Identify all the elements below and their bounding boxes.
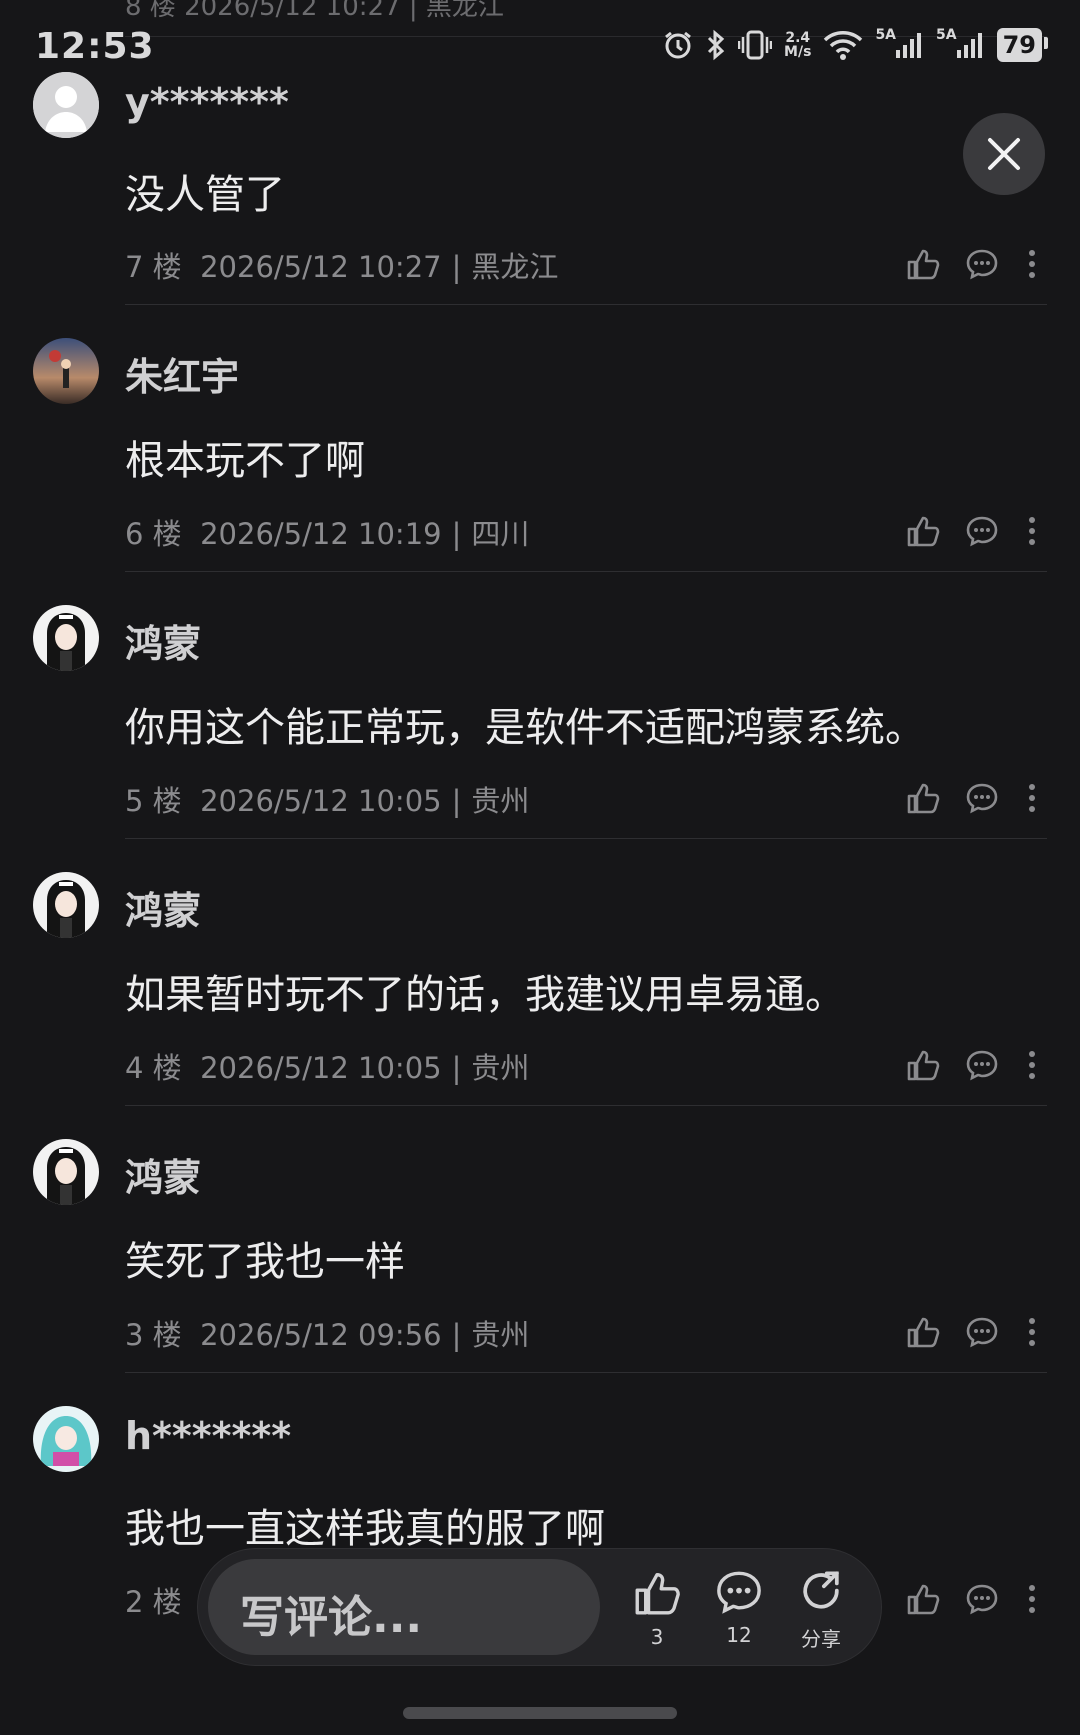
comment-text[interactable]: 没人管了	[125, 162, 285, 220]
comment-username[interactable]: h*******	[125, 1414, 291, 1458]
comment-text[interactable]: 如果暂时玩不了的话，我建议用卓易通。	[125, 962, 845, 1020]
comment-username[interactable]: 鸿蒙	[125, 1147, 201, 1202]
status-icons: 2.4 M/s 5A 5A 79	[662, 27, 1049, 62]
like-button[interactable]	[906, 1579, 940, 1619]
comment-actions	[906, 1579, 1042, 1619]
thumbs-up-icon	[907, 249, 940, 280]
avatar[interactable]	[33, 1139, 99, 1205]
comment-bubble-icon	[966, 1050, 998, 1081]
comment-meta: 2 楼	[125, 1585, 182, 1619]
more-vertical-icon	[1029, 784, 1035, 812]
bottom-action-bar: 写评论... 3 12 分享	[198, 1549, 881, 1665]
status-time: 12:53	[35, 26, 155, 67]
close-button[interactable]	[963, 113, 1045, 195]
divider	[125, 571, 1047, 572]
like-button[interactable]	[906, 511, 940, 551]
share-button[interactable]: 分享	[786, 1569, 856, 1652]
like-button[interactable]	[906, 244, 940, 284]
more-vertical-icon	[1029, 1585, 1035, 1613]
like-button[interactable]	[906, 778, 940, 818]
more-button[interactable]	[1027, 778, 1037, 818]
thumbs-up-icon	[907, 1584, 940, 1615]
thumbs-up-icon	[907, 783, 940, 814]
divider	[125, 1105, 1047, 1106]
comment-bubble-icon	[966, 783, 998, 814]
comment-bubble-icon	[966, 249, 998, 280]
comment-meta: 3 楼 2026/5/12 09:56 | 贵州	[125, 1318, 530, 1352]
thumbs-up-icon	[907, 1050, 940, 1081]
comment-actions	[906, 1312, 1042, 1352]
more-vertical-icon	[1029, 250, 1035, 278]
comment-meta: 5 楼 2026/5/12 10:05 | 贵州	[125, 784, 530, 818]
more-button[interactable]	[1027, 511, 1037, 551]
more-button[interactable]	[1027, 244, 1037, 284]
comment-actions	[906, 244, 1042, 284]
comment-actions	[906, 511, 1042, 551]
wifi-icon	[823, 28, 863, 62]
avatar[interactable]	[33, 338, 99, 404]
comment-bubble-icon	[966, 516, 998, 547]
battery-icon: 79	[996, 28, 1049, 62]
comment-meta: 4 楼 2026/5/12 10:05 | 贵州	[125, 1051, 530, 1085]
network-speed: 2.4 M/s	[784, 30, 812, 60]
reply-button[interactable]	[966, 1312, 998, 1352]
like-count: 3	[650, 1625, 664, 1649]
comment-bubble-icon	[966, 1584, 998, 1615]
avatar[interactable]	[33, 872, 99, 938]
avatar[interactable]	[33, 1406, 99, 1472]
signal-icon: 5A	[936, 27, 985, 62]
comment-bubble-icon	[966, 1317, 998, 1348]
comments-button[interactable]: 12	[704, 1569, 774, 1647]
like-button[interactable]	[906, 1312, 940, 1352]
thumbs-up-icon	[907, 516, 940, 547]
avatar[interactable]	[33, 72, 99, 138]
reply-button[interactable]	[966, 1579, 998, 1619]
reply-button[interactable]	[966, 511, 998, 551]
more-button[interactable]	[1027, 1045, 1037, 1085]
comment-username[interactable]: 朱红宇	[125, 346, 239, 401]
comment-meta: 7 楼 2026/5/12 10:27 | 黑龙江	[125, 250, 559, 284]
comment-username[interactable]: y*******	[125, 80, 289, 124]
comment-text[interactable]: 你用这个能正常玩，是软件不适配鸿蒙系统。	[125, 695, 925, 753]
thumbs-up-icon	[635, 1572, 680, 1615]
divider	[125, 838, 1047, 839]
reply-button[interactable]	[966, 778, 998, 818]
comment-actions	[906, 1045, 1042, 1085]
close-icon	[988, 138, 1020, 170]
alarm-icon	[662, 28, 694, 62]
write-comment-placeholder: 写评论...	[240, 1592, 423, 1643]
more-button[interactable]	[1027, 1312, 1037, 1352]
comment-username[interactable]: 鸿蒙	[125, 880, 201, 935]
reply-button[interactable]	[966, 244, 998, 284]
comment-text[interactable]: 我也一直这样我真的服了啊	[125, 1496, 605, 1554]
thumbs-up-icon	[907, 1317, 940, 1348]
divider	[125, 1372, 1047, 1373]
more-vertical-icon	[1029, 1318, 1035, 1346]
home-indicator[interactable]	[403, 1707, 677, 1719]
comment-text[interactable]: 笑死了我也一样	[125, 1229, 405, 1287]
comment-count: 12	[726, 1623, 752, 1647]
comment-text[interactable]: 根本玩不了啊	[125, 428, 365, 486]
comment-bubble-icon	[717, 1571, 761, 1614]
reply-button[interactable]	[966, 1045, 998, 1085]
divider	[125, 304, 1047, 305]
more-button[interactable]	[1027, 1579, 1037, 1619]
vibrate-icon	[738, 28, 773, 62]
like-post-button[interactable]: 3	[622, 1569, 692, 1649]
more-vertical-icon	[1029, 517, 1035, 545]
write-comment-input[interactable]: 写评论...	[208, 1559, 600, 1655]
share-label: 分享	[801, 1627, 841, 1651]
comment-meta: 6 楼 2026/5/12 10:19 | 四川	[125, 517, 530, 551]
comment-username[interactable]: 鸿蒙	[125, 613, 201, 668]
bluetooth-icon	[706, 28, 726, 62]
signal-icon: 5A	[875, 27, 924, 62]
share-icon	[803, 1571, 839, 1609]
like-button[interactable]	[906, 1045, 940, 1085]
more-vertical-icon	[1029, 1051, 1035, 1079]
avatar[interactable]	[33, 605, 99, 671]
comment-actions	[906, 778, 1042, 818]
